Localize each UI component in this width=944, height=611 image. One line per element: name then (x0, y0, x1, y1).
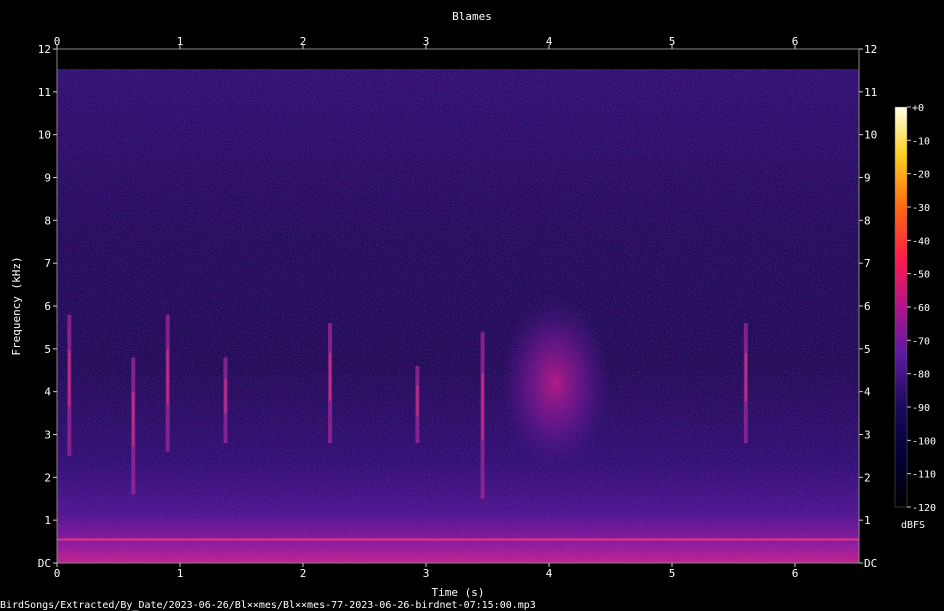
x-tick-label-bottom-4: 4 (546, 567, 553, 580)
y-tick-label-left-8: 8 (44, 214, 51, 227)
x-tick-label-top-6: 6 (792, 35, 799, 48)
y-tick-label-right-3: 3 (864, 429, 871, 442)
y-tick-label-left-4: 4 (44, 386, 51, 399)
colorbar-tick-label-7: -70 (912, 336, 930, 347)
colorbar-tick-label-1: -10 (912, 136, 930, 147)
y-tick-label-left-9: 9 (44, 172, 51, 185)
call-core-2 (166, 348, 169, 404)
call-core-5 (416, 385, 419, 417)
call-core-1 (132, 391, 135, 447)
x-tick-label-top-5: 5 (669, 35, 676, 48)
x-tick-label-top-4: 4 (546, 35, 553, 48)
y-tick-label-left-5: 5 (44, 343, 51, 356)
x-tick-label-top-3: 3 (423, 35, 430, 48)
x-tick-label-top-0: 0 (54, 35, 61, 48)
colorbar-tick-label-10: -100 (912, 436, 936, 447)
y-tick-label-right-8: 8 (864, 214, 871, 227)
file-path-footer: BirdSongs/Extracted/By_Date/2023-06-26/B… (0, 600, 536, 611)
call-core-7 (744, 353, 747, 402)
x-tick-label-bottom-2: 2 (300, 567, 307, 580)
y-tick-label-right-10: 10 (864, 129, 877, 142)
x-tick-label-top-2: 2 (300, 35, 307, 48)
call-core-4 (329, 353, 332, 402)
y-tick-label-right-7: 7 (864, 257, 871, 270)
colorbar-tick-label-5: -50 (912, 270, 930, 281)
y-tick-label-right-2: 2 (864, 471, 871, 484)
colorbar-gradient (894, 106, 908, 508)
y-axis-label: Frequency (kHz) (10, 256, 23, 355)
call-core-0 (68, 349, 71, 407)
chart-title: Blames (452, 10, 492, 23)
y-tick-label-left-11: 11 (38, 86, 51, 99)
y-tick-label-left-1: 1 (44, 514, 51, 527)
colorbar-tick-label-12: -120 (912, 503, 936, 514)
colorbar-tick-label-9: -90 (912, 403, 930, 414)
colorbar-tick-label-2: -20 (912, 170, 930, 181)
y-tick-label-right-4: 4 (864, 386, 871, 399)
x-tick-label-bottom-5: 5 (669, 567, 676, 580)
colorbar-label: dBFS (901, 520, 925, 531)
y-tick-label-left-7: 7 (44, 257, 51, 270)
x-tick-label-bottom-6: 6 (792, 567, 799, 580)
call-core-3 (224, 378, 227, 414)
y-tick-label-left-0: DC (38, 557, 51, 570)
y-tick-label-left-6: 6 (44, 300, 51, 313)
y-tick-label-left-10: 10 (38, 129, 51, 142)
y-tick-label-right-5: 5 (864, 343, 871, 356)
colorbar-tick-label-0: +0 (912, 103, 924, 114)
y-tick-label-right-1: 1 (864, 514, 871, 527)
y-tick-label-left-12: 12 (38, 43, 51, 56)
x-tick-label-bottom-1: 1 (177, 567, 184, 580)
y-tick-label-left-3: 3 (44, 429, 51, 442)
x-tick-label-bottom-3: 3 (423, 567, 430, 580)
colorbar-tick-label-6: -60 (912, 303, 930, 314)
x-tick-label-bottom-0: 0 (54, 567, 61, 580)
spectrogram-plot (56, 48, 860, 564)
call-core-6 (481, 373, 484, 441)
call-burst-0 (499, 297, 611, 469)
y-tick-label-right-12: 12 (864, 43, 877, 56)
plot-noise-texture (57, 69, 859, 563)
colorbar-tick-label-8: -80 (912, 370, 930, 381)
y-tick-label-right-0: DC (864, 557, 877, 570)
colorbar-tick-label-11: -110 (912, 470, 936, 481)
colorbar-tick-label-3: -30 (912, 203, 930, 214)
y-tick-label-left-2: 2 (44, 471, 51, 484)
x-tick-label-top-1: 1 (177, 35, 184, 48)
x-axis-label: Time (s) (432, 586, 485, 599)
y-tick-label-right-6: 6 (864, 300, 871, 313)
colorbar-tick-label-4: -40 (912, 236, 930, 247)
colorbar: dBFS +0 -10 -20 -30 -40 -50 -60 -70 -80 -90 -100 -1… (894, 103, 936, 531)
spectrogram-chart: Blames Time (s) Frequency (kHz) 00112233… (10, 10, 936, 599)
y-tick-label-right-9: 9 (864, 172, 871, 185)
y-tick-label-right-11: 11 (864, 86, 877, 99)
